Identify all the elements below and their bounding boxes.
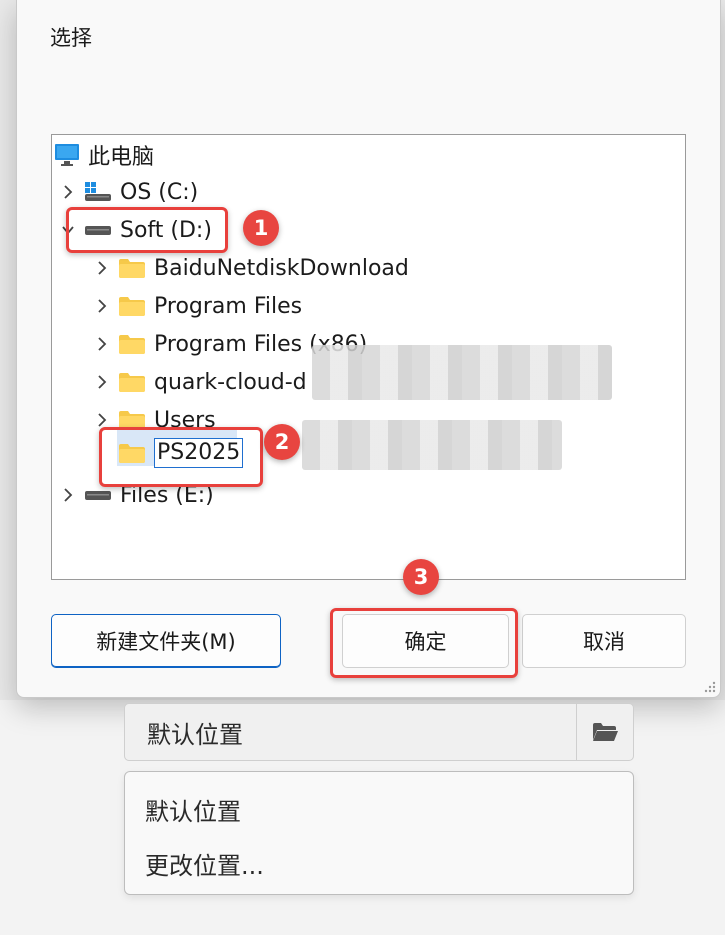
chevron-right-icon[interactable] [94,296,110,316]
tree-item-folder[interactable]: Program Files [94,288,302,324]
tree-item-this-pc[interactable]: 此电脑 [54,137,154,173]
tree-item-label: Program Files [154,293,303,319]
tree-item-label: OS (C:) [120,179,199,205]
resize-grip-icon[interactable] [702,679,716,693]
drive-icon [84,488,112,502]
chevron-right-icon[interactable] [94,258,110,278]
tree-item-label: quark-cloud-d [154,369,307,395]
dropdown-option-change[interactable]: 更改位置... [145,846,264,881]
tree-item-label: 此电脑 [88,145,155,170]
browse-folder-button[interactable] [576,704,633,760]
annotation-frame-1 [66,207,228,253]
location-dropdown: 默认位置 更改位置... [124,771,634,895]
annotation-badge-1: 1 [243,210,279,246]
tree-item-folder[interactable]: quark-cloud-d [94,364,307,400]
folder-icon [118,333,146,355]
chevron-right-icon[interactable] [94,334,110,354]
tree-item-drive-c[interactable]: OS (C:) [60,174,198,210]
folder-open-icon [593,723,618,741]
folder-icon [118,257,146,279]
folder-icon [118,295,146,317]
folder-tree[interactable]: 此电脑 OS (C:) Soft (D:) BaiduNetdiskDownlo… [51,134,686,580]
dialog-title: 选择 [50,26,92,50]
blurred-watermark [302,420,562,470]
new-folder-button[interactable]: 新建文件夹(M) [51,614,281,668]
cancel-button[interactable]: 取消 [522,614,686,668]
blurred-watermark [312,345,612,400]
folder-picker-dialog: 选择 此电脑 OS (C:) Soft (D:) BaiduNetdiskDow… [16,0,721,698]
annotation-frame-2 [99,427,263,487]
monitor-icon [54,143,80,167]
chevron-right-icon[interactable] [60,485,76,505]
tree-item-label: BaiduNetdiskDownload [154,255,409,281]
chevron-right-icon[interactable] [94,372,110,392]
windows-drive-icon [84,181,112,203]
annotation-frame-3 [330,608,518,678]
annotation-badge-2: 2 [264,424,300,460]
chevron-right-icon[interactable] [60,182,76,202]
folder-icon [118,371,146,393]
dropdown-option-default[interactable]: 默认位置 [145,792,241,827]
location-value: 默认位置 [147,720,243,749]
tree-item-folder[interactable]: BaiduNetdiskDownload [94,250,409,286]
annotation-badge-3: 3 [403,559,439,595]
location-select[interactable]: 默认位置 [124,703,634,761]
